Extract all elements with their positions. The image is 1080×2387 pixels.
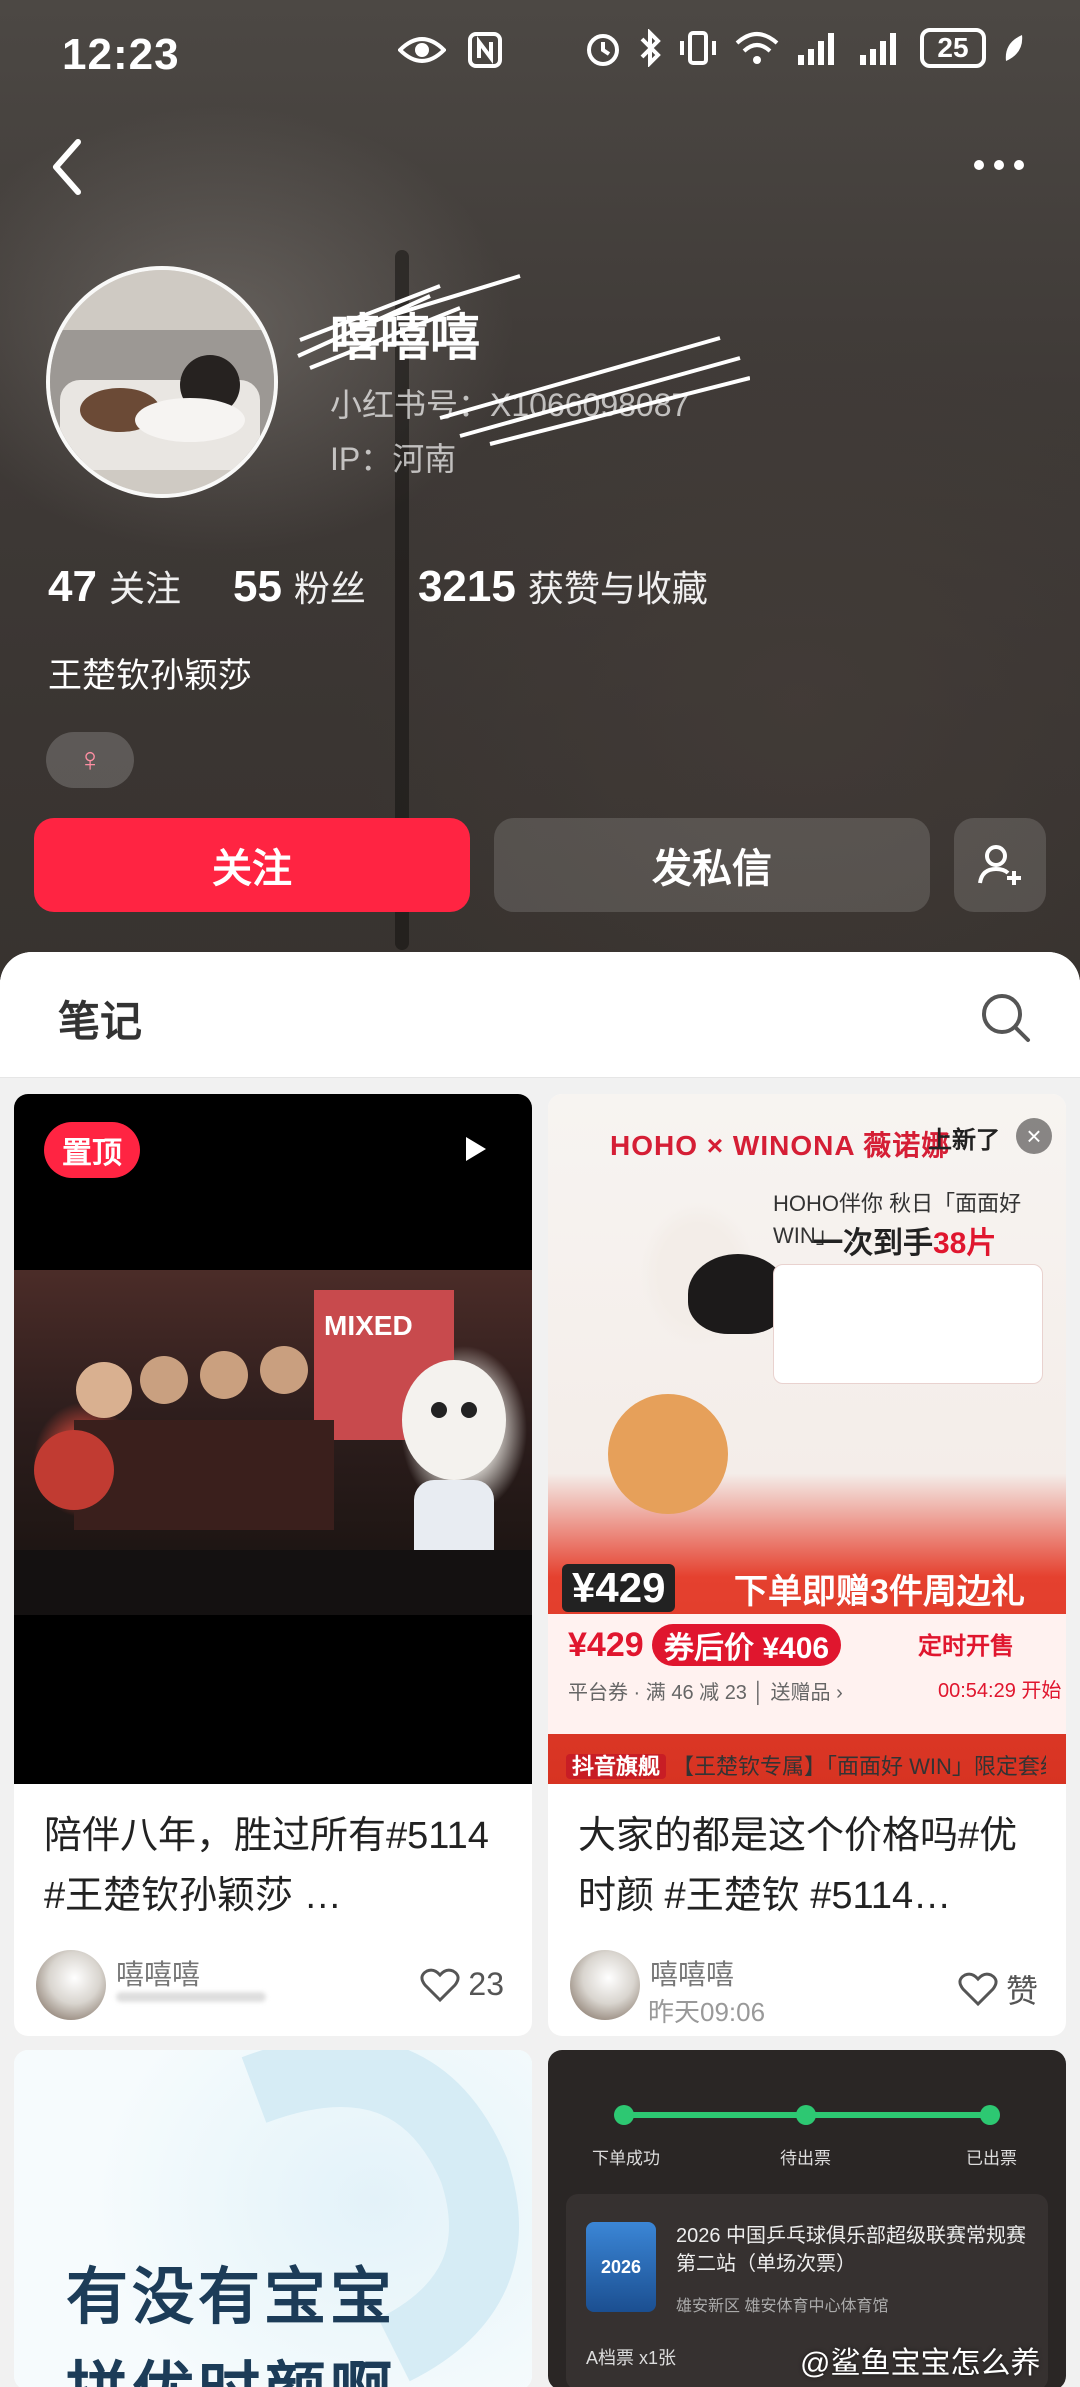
- profile-stats: 47 关注 55 粉丝 3215 获赞与收藏: [48, 560, 760, 612]
- note-title: 陪伴八年，胜过所有#5114 #王楚钦孙颖莎 …: [44, 1815, 489, 1917]
- event-venue: 雄安新区 雄安体育中心体育馆: [676, 2298, 889, 2315]
- back-icon[interactable]: [44, 132, 94, 202]
- play-icon: [466, 1137, 486, 1161]
- vibrate-icon: [680, 31, 716, 65]
- profile-header: 12:23 25 嘻嘻嘻 小红书号：X1066098087 IP：河南 47 关…: [0, 0, 1080, 980]
- follow-button[interactable]: 关注: [34, 818, 470, 912]
- ad-gift-text: 下单即赠3件周边礼: [734, 1573, 1025, 1611]
- note-card-ad[interactable]: HOHO × WINONA 薇诺娜 上新了 × HOHO伴你 秋日「面面好WIN…: [548, 1094, 1066, 2036]
- signal-icon-1: [798, 33, 834, 65]
- ad-slogan-highlight: 一次到手38片: [813, 1227, 997, 1260]
- add-user-icon: [978, 845, 1021, 885]
- nfc-icon: [468, 32, 502, 68]
- ad-brand: HOHO × WINONA 薇诺娜: [610, 1130, 951, 1161]
- female-icon: ♀: [77, 740, 103, 779]
- message-button[interactable]: 发私信: [494, 818, 930, 912]
- like-count: 赞: [1005, 1973, 1038, 2009]
- redbook-id[interactable]: 小红书号：X1066098087: [330, 380, 689, 426]
- award-ceremony-photo: MIXED: [14, 1270, 532, 1615]
- like-button[interactable]: 赞: [958, 1966, 1038, 2012]
- like-count: 23: [468, 1966, 504, 2002]
- step-label-3: 已出票: [966, 2149, 1017, 2168]
- ad-timer: 00:54:29 开始: [938, 1680, 1062, 1702]
- more-options-icon[interactable]: [974, 150, 1034, 180]
- notes-content: 笔记 置顶 MIXED 陪伴八年，胜过所有#5114 #王楚钦孙颖莎 … 嘻嘻嘻…: [0, 952, 1080, 2387]
- step-dot-3: [980, 2105, 1000, 2125]
- close-icon[interactable]: ×: [1016, 1118, 1052, 1154]
- tab-notes[interactable]: 笔记: [58, 988, 142, 1049]
- heart-icon: [958, 1972, 998, 2007]
- redacted-author-info: [116, 1992, 266, 2002]
- note-cover-video: 置顶 MIXED: [14, 1094, 532, 1784]
- note-time: 昨天09:06: [648, 1997, 766, 2027]
- status-time: 12:23: [62, 30, 180, 79]
- stat-likes-collects[interactable]: 3215 获赞与收藏: [418, 560, 708, 612]
- heart-icon: [420, 1968, 460, 2002]
- avatar[interactable]: [46, 266, 278, 498]
- ticket-info: A档票 x1张: [586, 2348, 677, 2368]
- ad-coupon-note: 平台券 · 满 46 减 23 │ 送赠品 ›: [568, 1682, 843, 1704]
- note-title: 大家的都是这个价格吗#优时颜 #王楚钦 #5114…: [578, 1815, 1018, 1917]
- note-cover-text: [14, 2050, 532, 2387]
- username: 嘻嘻嘻: [330, 310, 480, 366]
- step-dot-2: [796, 2105, 816, 2125]
- cover-text-line2: 拼优时颜啊: [66, 2340, 396, 2387]
- battery-indicator: 25: [920, 28, 986, 68]
- pinned-badge: 置顶: [44, 1122, 140, 1178]
- note-author[interactable]: 嘻嘻嘻: [36, 1950, 266, 2020]
- eye-icon: [398, 37, 446, 63]
- ad-lion-plush: [608, 1394, 728, 1514]
- bluetooth-icon: [640, 29, 661, 67]
- add-friend-button[interactable]: [954, 818, 1046, 912]
- leaf-icon: [1005, 35, 1023, 61]
- event-title: 2026 中国乒乓球俱乐部超级联赛常规赛第二站（单场次票）: [676, 2225, 1027, 2275]
- step-dot-1: [614, 2105, 634, 2125]
- status-bar: 12:23 25: [0, 0, 1080, 108]
- note-card-text[interactable]: 有没有宝宝 拼优时颜啊: [14, 2050, 532, 2387]
- like-button[interactable]: 23: [420, 1966, 504, 2003]
- author-avatar: [36, 1950, 106, 2020]
- wifi-icon: [735, 32, 779, 64]
- step-label-2: 待出票: [780, 2149, 831, 2168]
- note-card-pinned[interactable]: 置顶 MIXED 陪伴八年，胜过所有#5114 #王楚钦孙颖莎 … 嘻嘻嘻 23: [14, 1094, 532, 2036]
- ip-location: IP：河南: [330, 441, 457, 477]
- avatar-photo: [50, 270, 274, 494]
- notes-tab-bar: 笔记: [0, 952, 1080, 1078]
- league-logo: 2026: [586, 2222, 656, 2312]
- note-card-ticket[interactable]: 下单成功 待出票 已出票 2026 2026 中国乒乓球俱乐部超级联赛常规赛第二…: [548, 2050, 1066, 2387]
- ad-products: [773, 1264, 1043, 1384]
- signal-icon-2: [860, 33, 896, 65]
- ad-caption: 抖音旗舰 【王楚钦专属】「面面好 WIN」限定套组: [566, 1749, 1046, 1781]
- ad-model: [588, 1174, 788, 1394]
- search-icon[interactable]: [978, 990, 1032, 1044]
- author-name: 嘻嘻嘻: [650, 1959, 735, 1990]
- ad-cover: HOHO × WINONA 薇诺娜 上新了 × HOHO伴你 秋日「面面好WIN…: [548, 1094, 1066, 1784]
- ad-price-box: ¥429 券后价 ¥406 定时开售 平台券 · 满 46 减 23 │ 送赠品…: [548, 1614, 1066, 1734]
- stat-following[interactable]: 47 关注: [48, 560, 181, 612]
- cover-text-line1: 有没有宝宝: [66, 2263, 397, 2332]
- ad-price: ¥429: [568, 1626, 644, 1664]
- author-name: 嘻嘻嘻: [116, 1959, 201, 1990]
- gender-tag: ♀: [46, 732, 134, 788]
- stat-followers[interactable]: 55 粉丝: [233, 560, 366, 612]
- watermark: @鲨鱼宝宝怎么养: [800, 2347, 1041, 2380]
- author-avatar: [570, 1950, 640, 2020]
- ad-timer-label: 定时开售: [918, 1633, 1014, 1660]
- ad-new-label: 上新了: [928, 1127, 1000, 1154]
- step-label-1: 下单成功: [592, 2149, 660, 2168]
- alarm-icon: [587, 34, 619, 66]
- ad-coupon: 券后价 ¥406: [652, 1624, 842, 1666]
- ad-price-tag: ¥429: [562, 1564, 676, 1612]
- profile-bio: 王楚钦孙颖莎: [48, 657, 252, 695]
